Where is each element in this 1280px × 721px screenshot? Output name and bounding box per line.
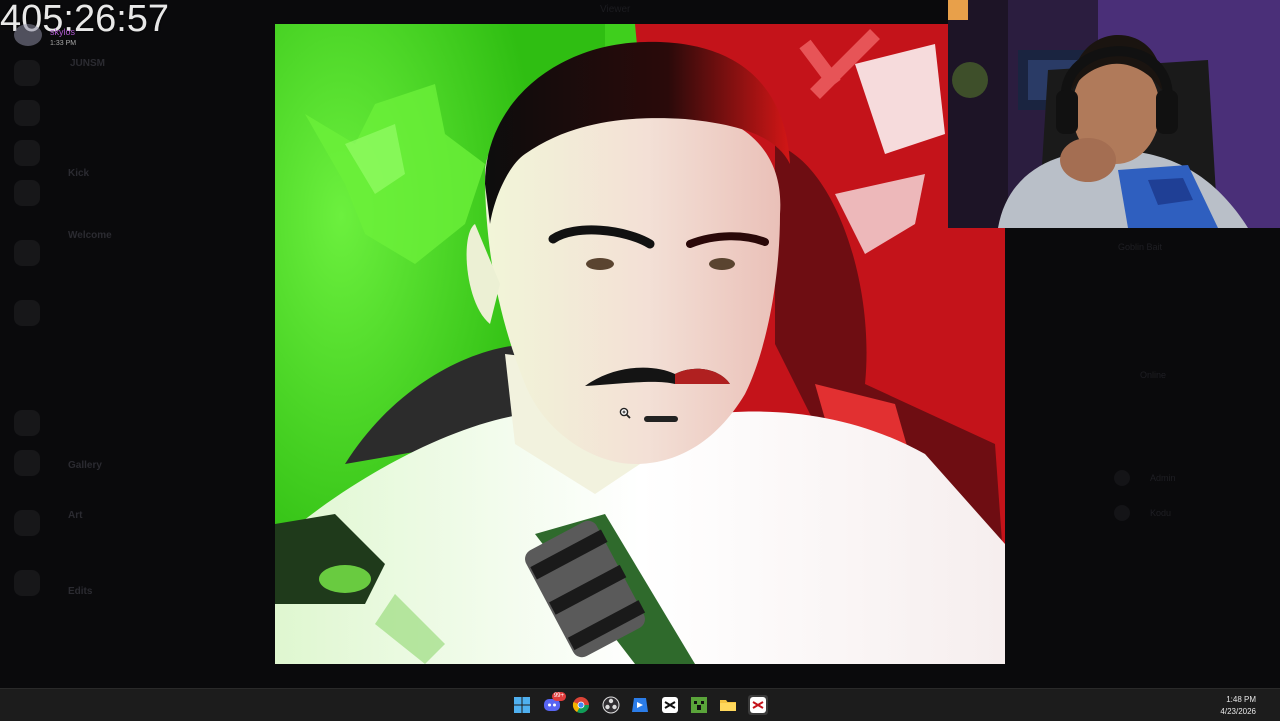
channel-item[interactable]: Edits (68, 586, 92, 600)
server-icon[interactable] (14, 60, 40, 86)
window-title: Viewer (600, 4, 631, 15)
clock-date: 4/23/2026 (1220, 707, 1256, 716)
discord-icon[interactable]: 99+ (542, 692, 566, 715)
server-icon[interactable] (14, 140, 40, 166)
channel-list: JUNSM Kick Welcome Gallery Art Edits (56, 40, 274, 680)
channel-item[interactable]: Welcome (68, 230, 112, 244)
channel-item[interactable]: Art (68, 510, 82, 524)
obs-icon[interactable] (601, 695, 621, 715)
chat-username: skylos (50, 27, 76, 37)
server-name[interactable]: JUNSM (70, 58, 105, 72)
channel-item[interactable]: Gallery (68, 460, 102, 474)
server-icon[interactable] (14, 100, 40, 126)
member-list: Goblin Bait Online Admin Kodu (1110, 230, 1270, 680)
server-icon[interactable] (14, 410, 40, 436)
minecraft-icon[interactable] (689, 695, 709, 715)
member-name[interactable]: Admin (1150, 473, 1176, 485)
capcut-active-icon[interactable] (748, 695, 768, 715)
bluestacks-icon[interactable] (630, 695, 650, 715)
file-explorer-icon[interactable] (718, 695, 738, 715)
avatar[interactable] (1114, 505, 1130, 521)
capcut-icon[interactable] (660, 695, 680, 715)
webcam-feed (948, 0, 1280, 228)
zoom-cursor-icon (619, 407, 631, 419)
avatar (14, 24, 42, 46)
member-name[interactable]: Kodu (1150, 508, 1171, 520)
taskbar: 99+ 1:48 PM 4/23/2026 (0, 688, 1280, 721)
system-clock[interactable]: 1:48 PM 4/23/2026 (1220, 694, 1256, 718)
avatar[interactable] (1114, 470, 1130, 486)
chrome-icon[interactable] (571, 695, 591, 715)
notification-badge: 99+ (551, 692, 566, 701)
channel-item[interactable]: Kick (68, 168, 89, 182)
member-header: Online (1140, 370, 1167, 380)
member-name[interactable]: Goblin Bait (1118, 242, 1162, 254)
chat-timestamp: 1:33 PM (50, 40, 77, 47)
server-icon[interactable] (14, 510, 40, 536)
clock-time: 1:48 PM (1226, 695, 1256, 704)
artwork-image[interactable] (275, 24, 1005, 664)
server-rail (0, 40, 50, 680)
server-icon[interactable] (14, 450, 40, 476)
server-icon[interactable] (14, 300, 40, 326)
server-icon[interactable] (14, 180, 40, 206)
server-icon[interactable] (14, 570, 40, 596)
windows-start-icon[interactable] (512, 695, 532, 715)
server-icon[interactable] (14, 240, 40, 266)
